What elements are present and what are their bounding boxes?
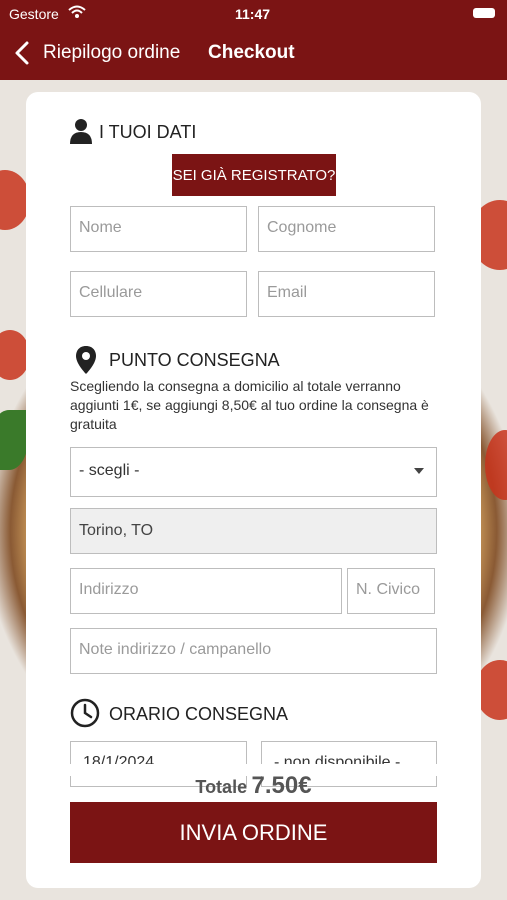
page-title: Checkout bbox=[208, 42, 295, 63]
user-icon bbox=[70, 118, 92, 149]
back-chevron-icon[interactable] bbox=[12, 40, 32, 66]
battery-icon bbox=[473, 8, 495, 18]
name-field[interactable]: Nome bbox=[70, 206, 247, 252]
delivery-point-select[interactable]: - scegli - bbox=[70, 447, 437, 497]
carrier-label: Gestore bbox=[9, 6, 59, 22]
civic-number-field[interactable]: N. Civico bbox=[347, 568, 435, 614]
navigation-bar: Riepilogo ordine Checkout bbox=[0, 28, 507, 80]
total-label: Totale bbox=[195, 777, 248, 797]
delivery-info-text: Scegliendo la consegna a domicilio al to… bbox=[70, 378, 429, 432]
order-total: Totale 7.50€ bbox=[26, 772, 481, 800]
address-notes-field[interactable]: Note indirizzo / campanello bbox=[70, 628, 437, 674]
personal-data-title: I TUOI DATI bbox=[99, 122, 197, 142]
delivery-time-title: ORARIO CONSEGNA bbox=[109, 704, 289, 724]
delivery-point-title: PUNTO CONSEGNA bbox=[109, 350, 280, 370]
back-button[interactable]: Riepilogo ordine bbox=[43, 42, 180, 64]
already-registered-button[interactable]: SEI GIÀ REGISTRATO? bbox=[172, 154, 336, 196]
wifi-icon bbox=[68, 4, 86, 23]
location-pin-icon bbox=[75, 345, 97, 380]
checkout-form-card: I TUOI DATI SEI GIÀ REGISTRATO? Nome Cog… bbox=[26, 92, 481, 888]
email-field[interactable]: Email bbox=[258, 271, 435, 317]
status-bar: Gestore 11:47 bbox=[0, 0, 507, 28]
clock-icon bbox=[70, 698, 100, 733]
total-value: 7.50€ bbox=[251, 772, 312, 799]
select-value: - scegli - bbox=[79, 462, 140, 479]
city-field: Torino, TO bbox=[70, 508, 437, 554]
phone-field[interactable]: Cellulare bbox=[70, 271, 247, 317]
surname-field[interactable]: Cognome bbox=[258, 206, 435, 252]
clock-label: 11:47 bbox=[235, 6, 271, 22]
address-field[interactable]: Indirizzo bbox=[70, 568, 342, 614]
submit-order-button[interactable]: INVIA ORDINE bbox=[70, 802, 437, 863]
dropdown-arrow-icon bbox=[414, 468, 424, 474]
